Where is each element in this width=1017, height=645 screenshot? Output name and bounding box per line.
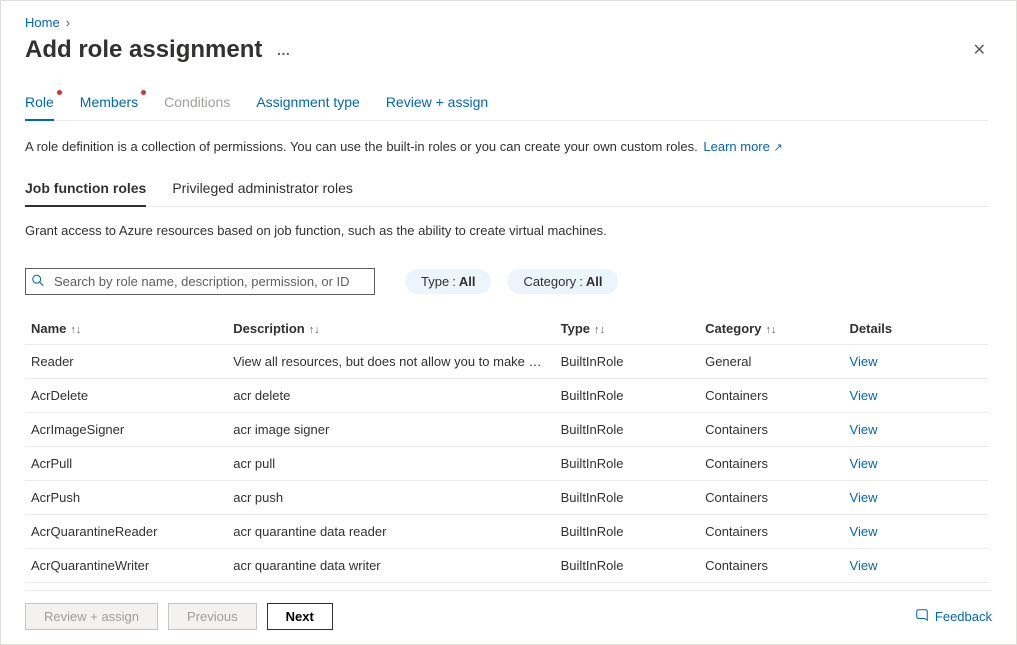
cell-type: BuiltInRole — [555, 379, 699, 413]
col-details: Details — [844, 313, 988, 345]
tabs: Role Members Conditions Assignment type … — [25, 88, 988, 121]
roles-table: Name↑↓ Description↑↓ Type↑↓ Category↑↓ D… — [25, 313, 988, 583]
next-button[interactable]: Next — [267, 603, 333, 630]
view-link[interactable]: View — [850, 524, 878, 539]
view-link[interactable]: View — [850, 422, 878, 437]
tab-members[interactable]: Members — [80, 88, 138, 120]
cell-category: Containers — [699, 447, 843, 481]
cell-description: acr image signer — [227, 413, 554, 447]
filter-type[interactable]: Type : All — [405, 269, 491, 294]
subtabs: Job function roles Privileged administra… — [25, 174, 988, 207]
table-row[interactable]: ReaderView all resources, but does not a… — [25, 345, 988, 379]
search-input[interactable] — [25, 268, 375, 295]
subtab-job-function[interactable]: Job function roles — [25, 174, 146, 206]
more-icon[interactable]: … — [276, 42, 292, 58]
table-row[interactable]: AcrImageSigneracr image signerBuiltInRol… — [25, 413, 988, 447]
tab-review-assign[interactable]: Review + assign — [386, 88, 488, 120]
view-link[interactable]: View — [850, 456, 878, 471]
cell-category: General — [699, 345, 843, 379]
cell-type: BuiltInRole — [555, 345, 699, 379]
tab-role[interactable]: Role — [25, 88, 54, 120]
sort-icon: ↑↓ — [765, 324, 776, 336]
close-icon[interactable]: ✕ — [967, 34, 992, 66]
cell-description: acr quarantine data writer — [227, 549, 554, 583]
search-icon — [31, 273, 45, 290]
previous-button: Previous — [168, 603, 257, 630]
cell-name: AcrDelete — [25, 379, 227, 413]
external-link-icon: ↗ — [773, 142, 782, 154]
cell-category: Containers — [699, 481, 843, 515]
cell-category: Containers — [699, 515, 843, 549]
col-description[interactable]: Description↑↓ — [227, 313, 554, 345]
filter-category[interactable]: Category : All — [507, 269, 618, 294]
col-type[interactable]: Type↑↓ — [555, 313, 699, 345]
cell-description: acr delete — [227, 379, 554, 413]
page-title: Add role assignment … — [25, 36, 292, 64]
table-row[interactable]: AcrQuarantineWriteracr quarantine data w… — [25, 549, 988, 583]
view-link[interactable]: View — [850, 354, 878, 369]
cell-type: BuiltInRole — [555, 481, 699, 515]
table-row[interactable]: AcrQuarantineReaderacr quarantine data r… — [25, 515, 988, 549]
view-link[interactable]: View — [850, 558, 878, 573]
breadcrumb-home[interactable]: Home — [25, 15, 60, 30]
cell-type: BuiltInRole — [555, 413, 699, 447]
cell-name: AcrPull — [25, 447, 227, 481]
info-text: A role definition is a collection of per… — [25, 139, 988, 154]
cell-name: AcrImageSigner — [25, 413, 227, 447]
tab-assignment-type[interactable]: Assignment type — [256, 88, 360, 120]
feedback-link[interactable]: Feedback — [915, 608, 992, 625]
cell-name: AcrPush — [25, 481, 227, 515]
col-name[interactable]: Name↑↓ — [25, 313, 227, 345]
view-link[interactable]: View — [850, 490, 878, 505]
cell-description: acr pull — [227, 447, 554, 481]
cell-name: AcrQuarantineWriter — [25, 549, 227, 583]
review-assign-button: Review + assign — [25, 603, 158, 630]
cell-description: acr quarantine data reader — [227, 515, 554, 549]
tab-conditions[interactable]: Conditions — [164, 88, 230, 120]
table-row[interactable]: AcrPullacr pullBuiltInRoleContainers View — [25, 447, 988, 481]
cell-category: Containers — [699, 379, 843, 413]
view-link[interactable]: View — [850, 388, 878, 403]
cell-name: Reader — [25, 345, 227, 379]
cell-type: BuiltInRole — [555, 549, 699, 583]
cell-category: Containers — [699, 413, 843, 447]
subtab-privileged-admin[interactable]: Privileged administrator roles — [172, 174, 353, 206]
sort-icon: ↑↓ — [594, 324, 605, 336]
table-row[interactable]: AcrDeleteacr deleteBuiltInRoleContainers… — [25, 379, 988, 413]
cell-type: BuiltInRole — [555, 447, 699, 481]
col-category[interactable]: Category↑↓ — [699, 313, 843, 345]
feedback-icon — [915, 608, 929, 625]
search-box — [25, 268, 375, 295]
table-row[interactable]: AcrPushacr pushBuiltInRoleContainers View — [25, 481, 988, 515]
sort-icon: ↑↓ — [309, 324, 320, 336]
sort-icon: ↑↓ — [70, 324, 81, 336]
cell-description: acr push — [227, 481, 554, 515]
breadcrumb: Home › — [25, 15, 992, 30]
cell-category: Containers — [699, 549, 843, 583]
cell-type: BuiltInRole — [555, 515, 699, 549]
cell-description: View all resources, but does not allow y… — [227, 345, 554, 379]
learn-more-link[interactable]: Learn more ↗ — [703, 139, 782, 154]
cell-name: AcrQuarantineReader — [25, 515, 227, 549]
chevron-right-icon: › — [66, 15, 70, 30]
subtab-description: Grant access to Azure resources based on… — [25, 223, 988, 238]
